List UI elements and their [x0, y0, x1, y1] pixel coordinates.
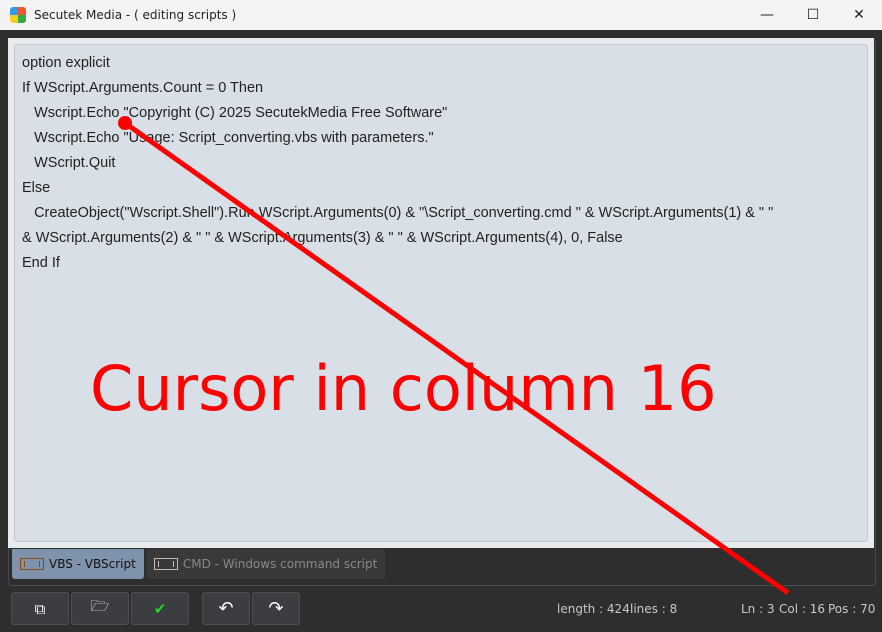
annotation-dot [118, 116, 132, 130]
annotation-arrow [118, 116, 790, 596]
annotation-text: Cursor in column 16 [90, 352, 717, 425]
